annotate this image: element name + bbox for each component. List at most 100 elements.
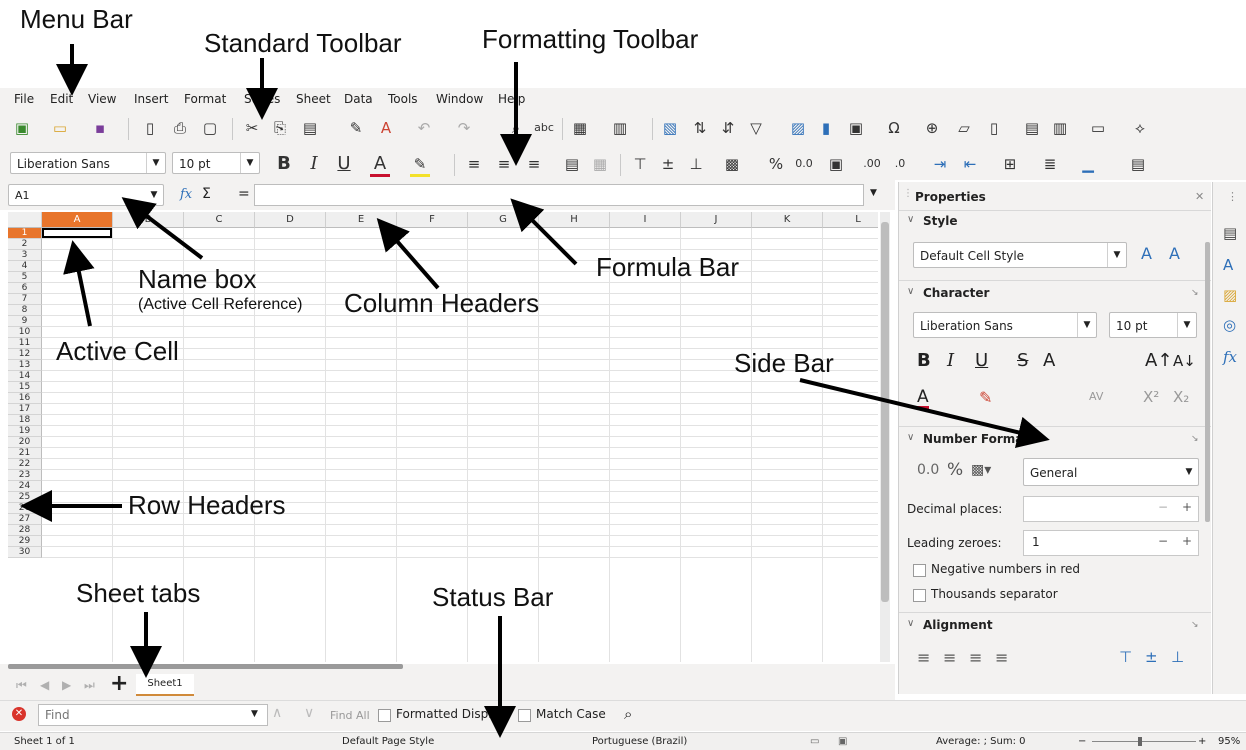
conditional-format-icon[interactable]: ▤ <box>1128 154 1148 174</box>
close-icon[interactable]: ✕ <box>1195 190 1204 203</box>
clear-formatting-icon[interactable]: A <box>376 118 396 138</box>
more-options-icon[interactable]: ↘ <box>1191 288 1199 298</box>
menu-window[interactable]: Window <box>436 92 483 106</box>
functions-deck-icon[interactable]: fx <box>1223 348 1237 366</box>
column-header-j[interactable]: J <box>681 212 752 228</box>
column-header-f[interactable]: F <box>397 212 468 228</box>
highlight-color-icon[interactable]: ✎ <box>410 154 430 177</box>
grow-font-icon[interactable]: A↑ <box>1145 350 1172 371</box>
row-header-19[interactable]: 19 <box>8 426 42 437</box>
zoom-in-icon[interactable]: + <box>1198 736 1206 747</box>
spelling-icon[interactable]: abc <box>534 118 554 138</box>
chevron-down-icon[interactable]: ▼ <box>251 709 258 719</box>
zoom-level[interactable]: 95% <box>1218 736 1240 747</box>
row-header-8[interactable]: 8 <box>8 305 42 316</box>
row-header-14[interactable]: 14 <box>8 371 42 382</box>
decimal-number-icon[interactable]: 0.0 <box>917 462 939 478</box>
gallery-deck-icon[interactable]: ▨ <box>1223 286 1237 304</box>
sidebar-center-vertically-icon[interactable]: ± <box>1145 648 1158 666</box>
find-replace-icon[interactable]: ⌕ <box>506 118 526 138</box>
active-cell[interactable] <box>42 228 112 238</box>
row-header-26[interactable]: 26 <box>8 503 42 514</box>
cell-style-combo[interactable]: Default Cell Style ▼ <box>913 242 1127 268</box>
column-header-a[interactable]: A <box>42 212 113 228</box>
sum-button[interactable]: Σ <box>202 186 211 202</box>
next-sheet-icon[interactable]: ▶ <box>62 678 71 692</box>
sidebar-scrollbar[interactable] <box>1205 242 1210 522</box>
character-spacing-icon[interactable]: AV <box>1089 390 1103 403</box>
sidebar-underline-icon[interactable]: U <box>975 350 988 371</box>
expand-formula-icon[interactable]: ▼ <box>870 188 877 198</box>
column-header-c[interactable]: C <box>184 212 255 228</box>
italic-button[interactable]: I <box>304 154 324 174</box>
zoom-slider-handle[interactable] <box>1138 737 1142 746</box>
name-box[interactable]: A1 ▼ <box>8 184 164 206</box>
sheet-tab[interactable]: Sheet1 <box>136 674 194 696</box>
freeze-rows-icon[interactable]: ▥ <box>1050 118 1070 138</box>
increment-button[interactable]: + <box>1182 500 1192 514</box>
borders-icon[interactable]: ⊞ <box>1000 154 1020 174</box>
copy-icon[interactable]: ⎘ <box>270 118 290 138</box>
chevron-down-icon[interactable]: ▼ <box>1177 313 1196 337</box>
menu-view[interactable]: View <box>88 92 116 106</box>
column-header-k[interactable]: K <box>752 212 823 228</box>
percent-icon[interactable]: % <box>947 460 963 480</box>
match-case-checkbox[interactable] <box>518 709 531 722</box>
merge-center-icon[interactable]: ▦ <box>590 154 610 174</box>
sidebar-font-color-icon[interactable]: A <box>917 388 929 409</box>
number-format-button[interactable]: 0.0 <box>794 154 814 174</box>
function-wizard-button[interactable]: fx <box>180 187 192 202</box>
menu-styles[interactable]: Styles <box>244 92 280 106</box>
sidebar-font-name-combo[interactable]: Liberation Sans ▼ <box>913 312 1097 338</box>
pivot-table-icon[interactable]: ▣ <box>846 118 866 138</box>
leading-zeroes-spinbox[interactable]: 1 − + <box>1023 530 1199 556</box>
column-header-d[interactable]: D <box>255 212 326 228</box>
find-replace-icon[interactable]: ⌕ <box>624 705 632 723</box>
chevron-down-icon[interactable]: ▼ <box>146 153 165 173</box>
formatted-display-checkbox[interactable] <box>378 709 391 722</box>
column-header-l[interactable]: L <box>823 212 878 228</box>
row-header-18[interactable]: 18 <box>8 415 42 426</box>
menu-edit[interactable]: Edit <box>50 92 73 106</box>
update-style-icon[interactable]: A <box>1141 244 1152 263</box>
chevron-down-icon[interactable]: ▼ <box>1180 459 1198 485</box>
underline-button[interactable]: U <box>334 154 354 174</box>
decrement-button[interactable]: − <box>1158 500 1168 514</box>
sidebar-highlight-icon[interactable]: ✎ <box>979 388 992 407</box>
column-header-i[interactable]: I <box>610 212 681 228</box>
font-color-button[interactable]: A <box>370 154 390 177</box>
column-header-g[interactable]: G <box>468 212 539 228</box>
sidebar-italic-icon[interactable]: I <box>947 350 954 371</box>
font-name-combo[interactable]: Liberation Sans ▼ <box>10 152 166 174</box>
add-decimal-icon[interactable]: .00 <box>862 154 882 174</box>
zoom-slider[interactable] <box>1092 741 1196 742</box>
menu-sheet[interactable]: Sheet <box>296 92 331 106</box>
row-header-30[interactable]: 30 <box>8 547 42 558</box>
formula-input[interactable] <box>254 184 864 206</box>
sort-descending-icon[interactable]: ⇵ <box>718 118 738 138</box>
selection-mode-icon[interactable]: ▭ <box>810 736 819 747</box>
more-options-icon[interactable]: ↘ <box>1191 620 1199 630</box>
row-header-2[interactable]: 2 <box>8 239 42 250</box>
row-header-13[interactable]: 13 <box>8 360 42 371</box>
center-vertically-icon[interactable]: ± <box>658 154 678 174</box>
find-all-button[interactable]: Find All <box>330 709 370 722</box>
language[interactable]: Portuguese (Brazil) <box>592 736 687 747</box>
row-header-20[interactable]: 20 <box>8 437 42 448</box>
scrollbar-thumb[interactable] <box>881 222 889 602</box>
row-header-12[interactable]: 12 <box>8 349 42 360</box>
style-section-header[interactable]: Style <box>923 214 957 228</box>
row-header-1[interactable]: 1 <box>8 228 42 239</box>
row-header-24[interactable]: 24 <box>8 481 42 492</box>
row-header-15[interactable]: 15 <box>8 382 42 393</box>
clone-formatting-icon[interactable]: ✎ <box>346 118 366 138</box>
row-header-7[interactable]: 7 <box>8 294 42 305</box>
negative-red-checkbox[interactable] <box>913 564 926 577</box>
bold-button[interactable]: B <box>274 154 294 174</box>
sidebar-align-left-icon[interactable]: ≡ <box>917 648 930 667</box>
close-find-icon[interactable]: ✕ <box>12 707 26 721</box>
decrease-indent-icon[interactable]: ⇤ <box>960 154 980 174</box>
find-input[interactable] <box>38 704 268 726</box>
navigator-deck-icon[interactable]: ◎ <box>1223 316 1236 334</box>
superscript-icon[interactable]: X² <box>1143 388 1159 406</box>
